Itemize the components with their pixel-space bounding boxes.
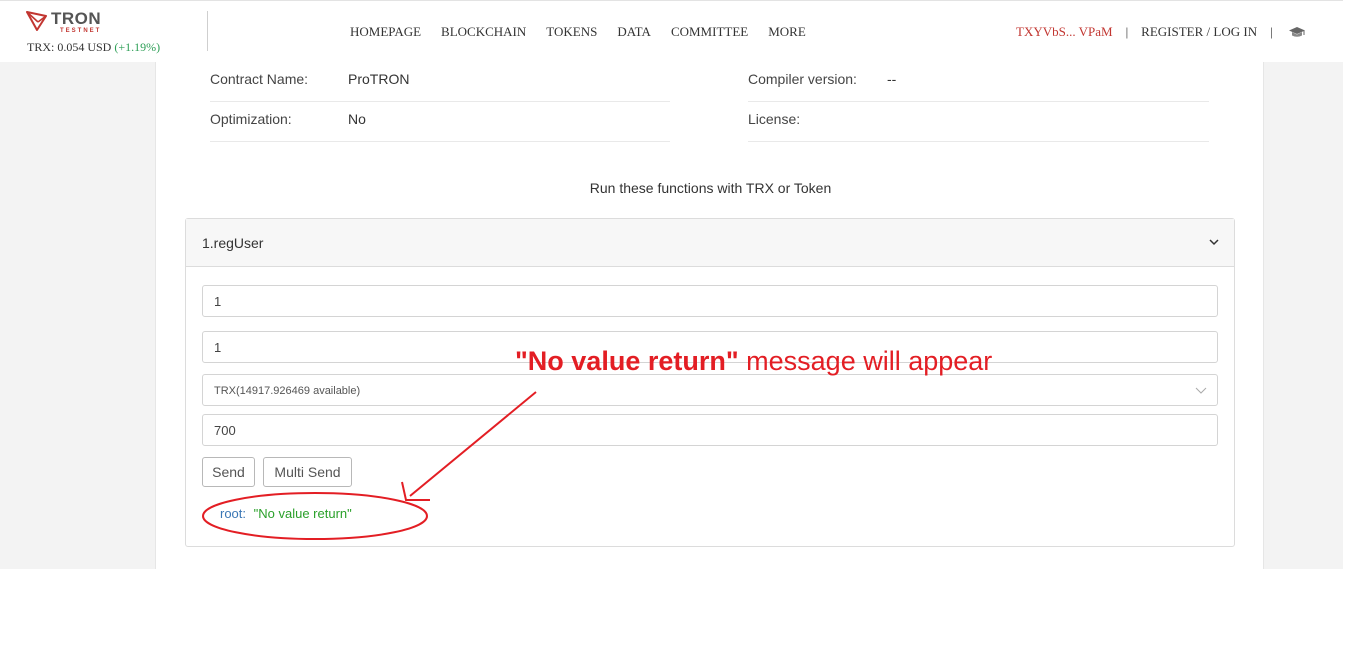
optimization-label: Optimization: [210, 111, 292, 127]
nav-blockchain[interactable]: BLOCKCHAIN [441, 24, 526, 40]
nav-committee[interactable]: COMMITTEE [671, 24, 748, 40]
token-select[interactable]: TRX(14917.926469 available) [202, 374, 1218, 406]
register-login-link[interactable]: REGISTER / LOG IN [1141, 24, 1257, 40]
run-functions-title: Run these functions with TRX or Token [589, 180, 832, 196]
header-divider [207, 11, 208, 51]
function-card-reguser: 1.regUser 1 1 TRX(14917.926469 available… [185, 218, 1235, 547]
top-header: TRON TESTNET TRX: 0.054 USD (+1.19%) HOM… [0, 0, 1343, 62]
logo-word: TRON [51, 9, 102, 28]
account-address[interactable]: TXYVbS... VPaM [1016, 24, 1113, 40]
price-text: TRX: 0.054 USD [27, 40, 112, 54]
license-row: License: [748, 102, 1209, 142]
compiler-version-label: Compiler version: [748, 71, 857, 87]
send-button[interactable]: Send [202, 457, 255, 487]
tron-testnet-logo[interactable]: TRON TESTNET [26, 10, 101, 34]
amount-input[interactable]: 700 [202, 414, 1218, 446]
tron-logo-icon [26, 11, 47, 31]
page-background-left [0, 62, 155, 569]
compiler-version-row: Compiler version: -- [748, 62, 1209, 102]
nav-tokens[interactable]: TOKENS [546, 24, 597, 40]
trx-price: TRX: 0.054 USD (+1.19%) [27, 40, 160, 55]
function-header[interactable]: 1.regUser [186, 219, 1234, 267]
separator: | [1125, 24, 1129, 39]
page-background-right [1264, 62, 1343, 569]
annotation-bold: "No value return" [515, 346, 739, 376]
price-change: (+1.19%) [114, 40, 161, 54]
chevron-down-icon [1195, 387, 1207, 394]
graduation-cap-icon[interactable] [1288, 25, 1306, 39]
optimization-value: No [348, 111, 366, 127]
function-title: 1.regUser [202, 235, 264, 251]
header-account-area: TXYVbS... VPaM | REGISTER / LOG IN | [1016, 24, 1306, 40]
contract-content-panel: Contract Name: ProTRON Optimization: No … [155, 62, 1264, 569]
contract-name-row: Contract Name: ProTRON [210, 62, 670, 102]
nav-data[interactable]: DATA [617, 24, 651, 40]
multi-send-button[interactable]: Multi Send [263, 457, 352, 487]
param-input-1[interactable]: 1 [202, 285, 1218, 317]
contract-name-value: ProTRON [348, 71, 410, 87]
compiler-version-value: -- [887, 71, 897, 87]
separator: | [1270, 24, 1273, 39]
main-nav: HOMEPAGE BLOCKCHAIN TOKENS DATA COMMITTE… [350, 24, 806, 40]
nav-more[interactable]: MORE [768, 24, 806, 40]
annotation-caption: "No value return" message will appear [515, 346, 992, 377]
token-select-value: TRX(14917.926469 available) [214, 385, 361, 397]
annotation-rest: message will appear [738, 346, 993, 376]
contract-name-label: Contract Name: [210, 71, 309, 87]
chevron-down-icon[interactable] [1208, 236, 1220, 248]
license-label: License: [748, 111, 801, 127]
result-key: root: [220, 506, 247, 521]
logo-subtitle: TESTNET [60, 28, 102, 34]
nav-homepage[interactable]: HOMEPAGE [350, 24, 421, 40]
optimization-row: Optimization: No [210, 102, 670, 142]
function-result: root: "No value return" [220, 506, 352, 521]
result-value: "No value return" [253, 506, 352, 521]
